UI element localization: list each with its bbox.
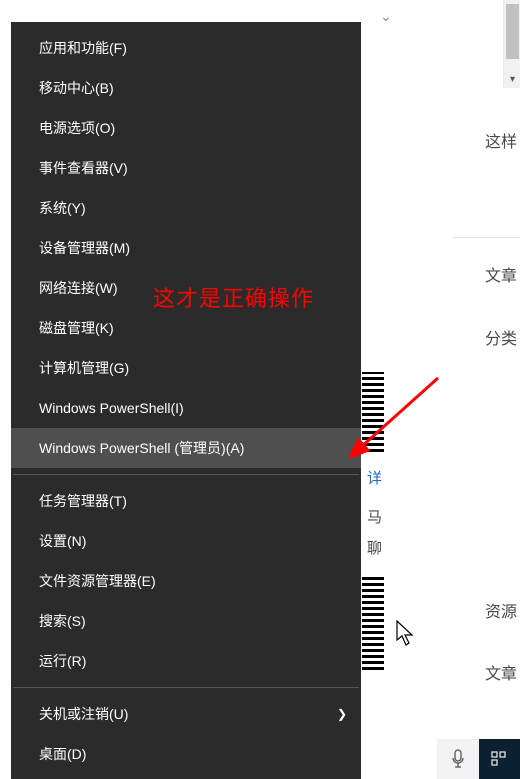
- menu-item-4[interactable]: 系统(Y): [11, 188, 361, 228]
- obscured-graphic-1: [362, 372, 384, 452]
- menu-item-8[interactable]: 计算机管理(G): [11, 348, 361, 388]
- menu-item-label: 设备管理器(M): [39, 240, 130, 256]
- menu-item-7[interactable]: 磁盘管理(K): [11, 308, 361, 348]
- menu-item-2[interactable]: 电源选项(O): [11, 108, 361, 148]
- menu-item-9[interactable]: Windows PowerShell(I): [11, 388, 361, 428]
- menu-item-label: Windows PowerShell(I): [39, 400, 184, 416]
- winx-context-menu[interactable]: 应用和功能(F) 移动中心(B) 电源选项(O) 事件查看器(V) 系统(Y) 设备管理器…: [11, 22, 361, 779]
- menu-item-18[interactable]: 关机或注销(U) ❯: [11, 694, 361, 734]
- taskbar-button[interactable]: [479, 739, 520, 779]
- page-text-line1: 这样: [485, 128, 517, 152]
- menu-item-5[interactable]: 设备管理器(M): [11, 228, 361, 268]
- sidebar-heading-categories: 分类: [485, 325, 517, 349]
- menu-item-14[interactable]: 文件资源管理器(E): [11, 561, 361, 601]
- menu-item-label: 计算机管理(G): [39, 360, 129, 376]
- menu-item-label: 搜索(S): [39, 613, 86, 629]
- divider: [453, 237, 520, 238]
- taskbar-fragment: [437, 739, 520, 779]
- sidebar-heading-resources: 资源: [485, 598, 517, 622]
- menu-item-label: 桌面(D): [39, 746, 86, 762]
- sidebar-heading-articles2: 文章: [485, 660, 517, 684]
- menu-item-6[interactable]: 网络连接(W): [11, 268, 361, 308]
- menu-item-label: 关机或注销(U): [39, 706, 128, 722]
- menu-item-label: 设置(N): [39, 533, 86, 549]
- menu-item-label: 网络连接(W): [39, 280, 118, 296]
- menu-item-15[interactable]: 搜索(S): [11, 601, 361, 641]
- menu-item-label: 运行(R): [39, 653, 86, 669]
- menu-item-10[interactable]: Windows PowerShell (管理员)(A): [11, 428, 361, 468]
- menu-item-label: 电源选项(O): [39, 120, 115, 136]
- menu-item-label: 系统(Y): [39, 200, 86, 216]
- menu-item-19[interactable]: 桌面(D): [11, 734, 361, 774]
- sidebar-heading-articles: 文章: [485, 262, 517, 286]
- menu-separator: [13, 687, 359, 688]
- menu-item-label: 事件查看器(V): [39, 160, 128, 176]
- scrollbar-down-button[interactable]: ▾: [504, 71, 520, 88]
- menu-item-label: 应用和功能(F): [39, 40, 127, 56]
- menu-item-16[interactable]: 运行(R): [11, 641, 361, 681]
- menu-item-12[interactable]: 任务管理器(T): [11, 481, 361, 521]
- menu-item-label: 移动中心(B): [39, 80, 114, 96]
- chevron-down-icon: ▾: [510, 74, 515, 85]
- text-fragment-b: 聊: [367, 537, 383, 558]
- chevron-down-icon: ⌄: [380, 8, 392, 25]
- scrollbar-thumb[interactable]: [506, 4, 519, 59]
- scrollbar[interactable]: ▾: [503, 0, 520, 88]
- menu-item-label: 任务管理器(T): [39, 493, 127, 509]
- link-fragment[interactable]: 详: [367, 467, 383, 488]
- obscured-graphic-2: [362, 575, 384, 670]
- screenshot-stage: ▾ ⌄ 这样 文章 分类 资源 文章 详 马 聊 应用和功能(F) 移动中心(B)…: [0, 0, 520, 779]
- chevron-right-icon: ❯: [337, 694, 347, 734]
- menu-item-13[interactable]: 设置(N): [11, 521, 361, 561]
- menu-item-3[interactable]: 事件查看器(V): [11, 148, 361, 188]
- text-fragment-a: 马: [367, 506, 383, 527]
- menu-separator: [13, 474, 359, 475]
- menu-item-label: 文件资源管理器(E): [39, 573, 156, 589]
- mic-icon: [450, 749, 466, 769]
- menu-item-label: 磁盘管理(K): [39, 320, 114, 336]
- mic-button[interactable]: [437, 739, 479, 779]
- grid-icon: [491, 751, 507, 767]
- menu-item-label: Windows PowerShell (管理员)(A): [39, 440, 244, 456]
- menu-item-1[interactable]: 移动中心(B): [11, 68, 361, 108]
- menu-item-0[interactable]: 应用和功能(F): [11, 28, 361, 68]
